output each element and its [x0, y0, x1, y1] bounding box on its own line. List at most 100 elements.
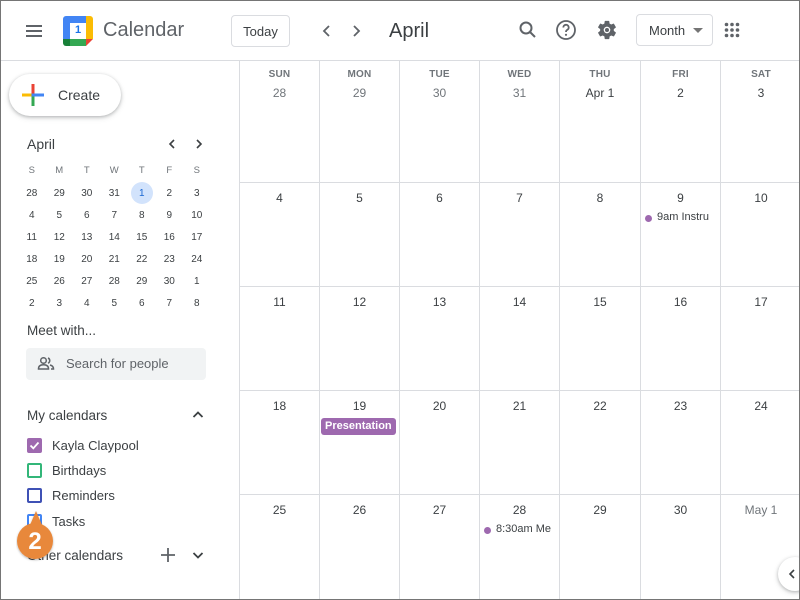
day-cell[interactable]: 24 — [721, 391, 799, 494]
day-number[interactable]: 6 — [400, 191, 479, 205]
today-button[interactable]: Today — [231, 15, 290, 47]
calendar-checkbox[interactable] — [27, 514, 42, 529]
day-number[interactable]: 29 — [560, 503, 640, 517]
google-apps-button[interactable] — [719, 17, 745, 43]
day-cell[interactable]: 16 — [641, 287, 721, 390]
day-number[interactable]: 16 — [641, 295, 720, 309]
calendar-item-reminders[interactable]: Reminders — [25, 485, 205, 507]
mini-calendar-day[interactable]: 3 — [183, 182, 211, 204]
day-cell[interactable]: 20 — [400, 391, 480, 494]
mini-calendar-day[interactable]: 6 — [73, 204, 101, 226]
day-number[interactable]: 20 — [400, 399, 479, 413]
mini-calendar-day[interactable]: 24 — [183, 248, 211, 270]
mini-calendar-day[interactable]: 25 — [18, 270, 46, 292]
day-number[interactable]: 2 — [641, 86, 720, 100]
add-other-calendar-button[interactable] — [158, 545, 178, 565]
next-month-button[interactable] — [344, 19, 368, 43]
day-number[interactable]: 30 — [641, 503, 720, 517]
help-button[interactable] — [553, 17, 579, 43]
mini-calendar-day[interactable]: 30 — [73, 182, 101, 204]
mini-calendar-day[interactable]: 5 — [101, 292, 129, 314]
day-cell[interactable]: 9 9am Instru — [641, 183, 721, 286]
mini-calendar-day[interactable]: 31 — [101, 182, 129, 204]
day-cell[interactable]: 23 — [641, 391, 721, 494]
day-number[interactable]: May 1 — [721, 503, 799, 517]
mini-calendar-day[interactable]: 1 — [128, 182, 156, 204]
day-cell[interactable]: 25 — [240, 495, 320, 599]
settings-button[interactable] — [594, 17, 620, 43]
mini-calendar-day[interactable]: 19 — [46, 248, 74, 270]
day-number[interactable]: 17 — [721, 295, 799, 309]
day-number[interactable]: 19 — [320, 399, 399, 413]
mini-calendar-day[interactable]: 18 — [18, 248, 46, 270]
day-number[interactable]: 15 — [560, 295, 640, 309]
mini-calendar-day[interactable]: 13 — [73, 226, 101, 248]
mini-calendar-day[interactable]: 11 — [18, 226, 46, 248]
mini-calendar-day[interactable]: 15 — [128, 226, 156, 248]
mini-calendar-day[interactable]: 3 — [46, 292, 74, 314]
day-number[interactable]: 23 — [641, 399, 720, 413]
previous-month-button[interactable] — [315, 19, 339, 43]
mini-calendar-day[interactable]: 7 — [101, 204, 129, 226]
day-cell[interactable]: 8 — [560, 183, 641, 286]
day-number[interactable]: 22 — [560, 399, 640, 413]
mini-calendar-day[interactable]: 26 — [46, 270, 74, 292]
calendar-item-kayla-claypool[interactable]: Kayla Claypool — [25, 435, 205, 457]
day-number[interactable]: 18 — [240, 399, 319, 413]
mini-calendar-day[interactable]: 7 — [156, 292, 184, 314]
day-cell[interactable]: 4 — [240, 183, 320, 286]
day-cell[interactable]: 22 — [560, 391, 641, 494]
day-number[interactable]: 12 — [320, 295, 399, 309]
mini-calendar-day[interactable]: 22 — [128, 248, 156, 270]
day-number[interactable]: 8 — [560, 191, 640, 205]
day-number[interactable]: 10 — [721, 191, 799, 205]
calendar-checkbox[interactable] — [27, 438, 42, 453]
mini-calendar-day[interactable]: 21 — [101, 248, 129, 270]
calendar-checkbox[interactable] — [27, 463, 42, 478]
day-cell[interactable]: 19 Presentation — [320, 391, 400, 494]
mini-calendar-day[interactable]: 4 — [18, 204, 46, 226]
day-cell[interactable]: 29 — [560, 495, 641, 599]
day-cell[interactable]: 28 8:30am Me — [480, 495, 560, 599]
mini-calendar-day[interactable]: 5 — [46, 204, 74, 226]
day-number[interactable]: 26 — [320, 503, 399, 517]
day-cell[interactable]: WED 31 — [480, 61, 560, 182]
calendar-event[interactable]: Presentation — [321, 418, 396, 435]
day-cell[interactable]: THU Apr 1 — [560, 61, 641, 182]
day-cell[interactable]: 30 — [641, 495, 721, 599]
day-number[interactable]: 30 — [400, 86, 479, 100]
day-cell[interactable]: TUE 30 — [400, 61, 480, 182]
day-number[interactable]: 31 — [480, 86, 559, 100]
day-cell[interactable]: 13 — [400, 287, 480, 390]
mini-calendar-prev-button[interactable] — [162, 134, 182, 154]
day-cell[interactable]: SUN 28 — [240, 61, 320, 182]
mini-calendar-day[interactable]: 1 — [183, 270, 211, 292]
day-number[interactable]: 14 — [480, 295, 559, 309]
calendar-event[interactable]: 9am Instru — [645, 211, 719, 225]
mini-calendar-day[interactable]: 8 — [128, 204, 156, 226]
day-cell[interactable]: FRI 2 — [641, 61, 721, 182]
day-number[interactable]: Apr 1 — [560, 86, 640, 100]
day-number[interactable]: 13 — [400, 295, 479, 309]
day-cell[interactable]: MON 29 — [320, 61, 400, 182]
mini-calendar-day[interactable]: 17 — [183, 226, 211, 248]
day-number[interactable]: 11 — [240, 295, 319, 309]
day-cell[interactable]: 14 — [480, 287, 560, 390]
day-number[interactable]: 7 — [480, 191, 559, 205]
day-cell[interactable]: 27 — [400, 495, 480, 599]
mini-calendar-day[interactable]: 30 — [156, 270, 184, 292]
mini-calendar-day[interactable]: 29 — [46, 182, 74, 204]
day-cell[interactable]: 15 — [560, 287, 641, 390]
mini-calendar-day[interactable]: 20 — [73, 248, 101, 270]
mini-calendar-day[interactable]: 29 — [128, 270, 156, 292]
day-cell[interactable]: 6 — [400, 183, 480, 286]
calendar-checkbox[interactable] — [27, 488, 42, 503]
search-people-input[interactable]: Search for people — [26, 348, 206, 380]
day-cell[interactable]: 21 — [480, 391, 560, 494]
mini-calendar-day[interactable]: 6 — [128, 292, 156, 314]
day-number[interactable]: 5 — [320, 191, 399, 205]
mini-calendar-day[interactable]: 9 — [156, 204, 184, 226]
mini-calendar-day[interactable]: 16 — [156, 226, 184, 248]
day-cell[interactable]: 18 — [240, 391, 320, 494]
view-selector[interactable]: Month — [636, 14, 713, 46]
